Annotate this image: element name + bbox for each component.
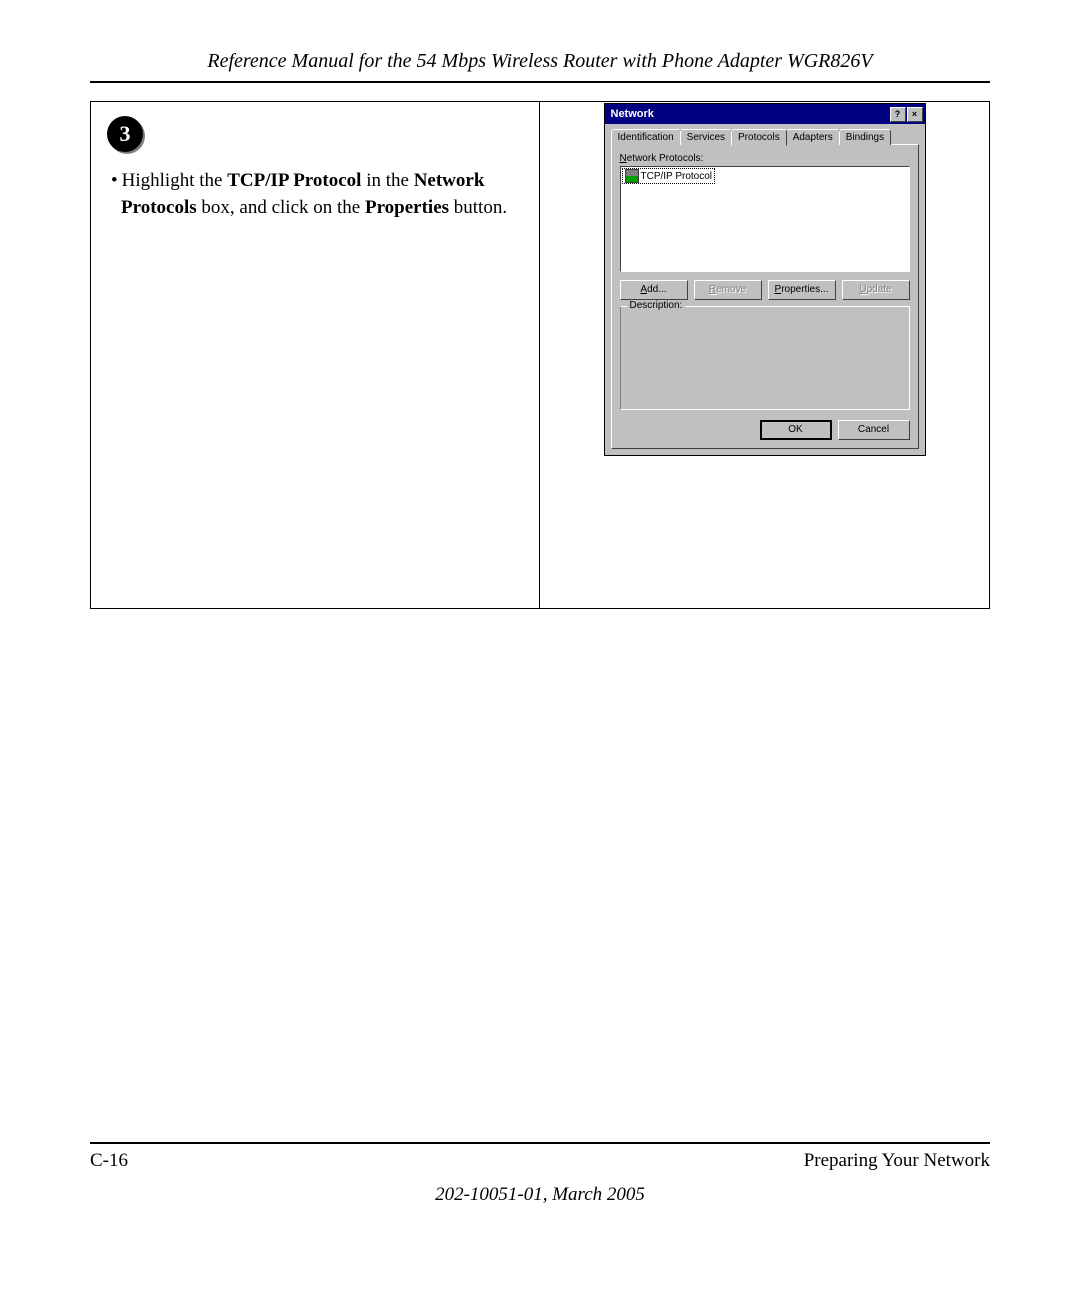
help-button[interactable]: ? <box>890 107 906 122</box>
properties-button[interactable]: Properties... <box>768 280 836 300</box>
network-protocols-label: Network Protocols: <box>620 153 910 164</box>
instr-part1: Highlight the <box>122 170 228 191</box>
step-number-badge: 3 <box>107 116 143 152</box>
network-dialog: Network ? × Identification Services Prot… <box>605 104 925 455</box>
doc-id: 202-10051-01, March 2005 <box>90 1184 990 1206</box>
dialog-footer: OK Cancel <box>620 420 910 440</box>
update-accel: U <box>859 284 866 295</box>
label-accel: N <box>620 153 627 164</box>
description-label: Description: <box>627 300 686 311</box>
tab-bindings[interactable]: Bindings <box>839 129 891 145</box>
description-groupbox: Description: <box>620 306 910 410</box>
page-footer: C-16 Preparing Your Network 202-10051-01… <box>90 1142 990 1206</box>
instruction-text: •Highlight the TCP/IP Protocol in the Ne… <box>121 168 519 221</box>
add-rest: dd... <box>647 284 666 295</box>
properties-rest: roperties... <box>781 284 828 295</box>
screenshot-column: Network ? × Identification Services Prot… <box>540 102 989 608</box>
tab-protocols[interactable]: Protocols <box>731 129 787 146</box>
tab-identification[interactable]: Identification <box>611 129 681 145</box>
list-item-tcpip[interactable]: TCP/IP Protocol <box>622 168 716 184</box>
header-rule <box>90 81 990 83</box>
tab-adapters[interactable]: Adapters <box>786 129 840 145</box>
protocol-icon <box>625 169 639 183</box>
dialog-body: Identification Services Protocols Adapte… <box>605 124 925 455</box>
doc-header: Reference Manual for the 54 Mbps Wireles… <box>90 50 990 73</box>
instr-bold1: TCP/IP Protocol <box>227 170 361 191</box>
tab-panel: Network Protocols: TCP/IP Protocol Add..… <box>611 144 919 449</box>
instr-part3: box, and click on the <box>197 197 365 218</box>
instr-bold3: Properties <box>365 197 449 218</box>
network-protocols-listbox[interactable]: TCP/IP Protocol <box>620 166 910 272</box>
dialog-tabs: Identification Services Protocols Adapte… <box>611 129 919 145</box>
label-rest: etwork Protocols: <box>627 153 704 164</box>
instr-part2: in the <box>361 170 413 191</box>
dialog-titlebar: Network ? × <box>605 104 925 124</box>
update-button[interactable]: Update <box>842 280 910 300</box>
button-row: Add... Remove Properties... Update <box>620 280 910 300</box>
list-item-label: TCP/IP Protocol <box>641 171 713 182</box>
remove-button[interactable]: Remove <box>694 280 762 300</box>
step-panel: 3 •Highlight the TCP/IP Protocol in the … <box>90 101 990 609</box>
instruction-column: 3 •Highlight the TCP/IP Protocol in the … <box>91 102 540 608</box>
page-number: C-16 <box>90 1150 128 1172</box>
cancel-button[interactable]: Cancel <box>838 420 910 440</box>
bullet-icon: • <box>111 170 118 191</box>
ok-button[interactable]: OK <box>760 420 832 440</box>
add-button[interactable]: Add... <box>620 280 688 300</box>
remove-rest: emove <box>716 284 746 295</box>
instr-part4: button. <box>449 197 507 218</box>
close-button[interactable]: × <box>907 107 923 122</box>
section-title: Preparing Your Network <box>804 1150 990 1172</box>
tab-services[interactable]: Services <box>680 129 732 145</box>
dialog-title: Network <box>611 108 654 120</box>
footer-rule <box>90 1142 990 1144</box>
update-rest: pdate <box>867 284 892 295</box>
